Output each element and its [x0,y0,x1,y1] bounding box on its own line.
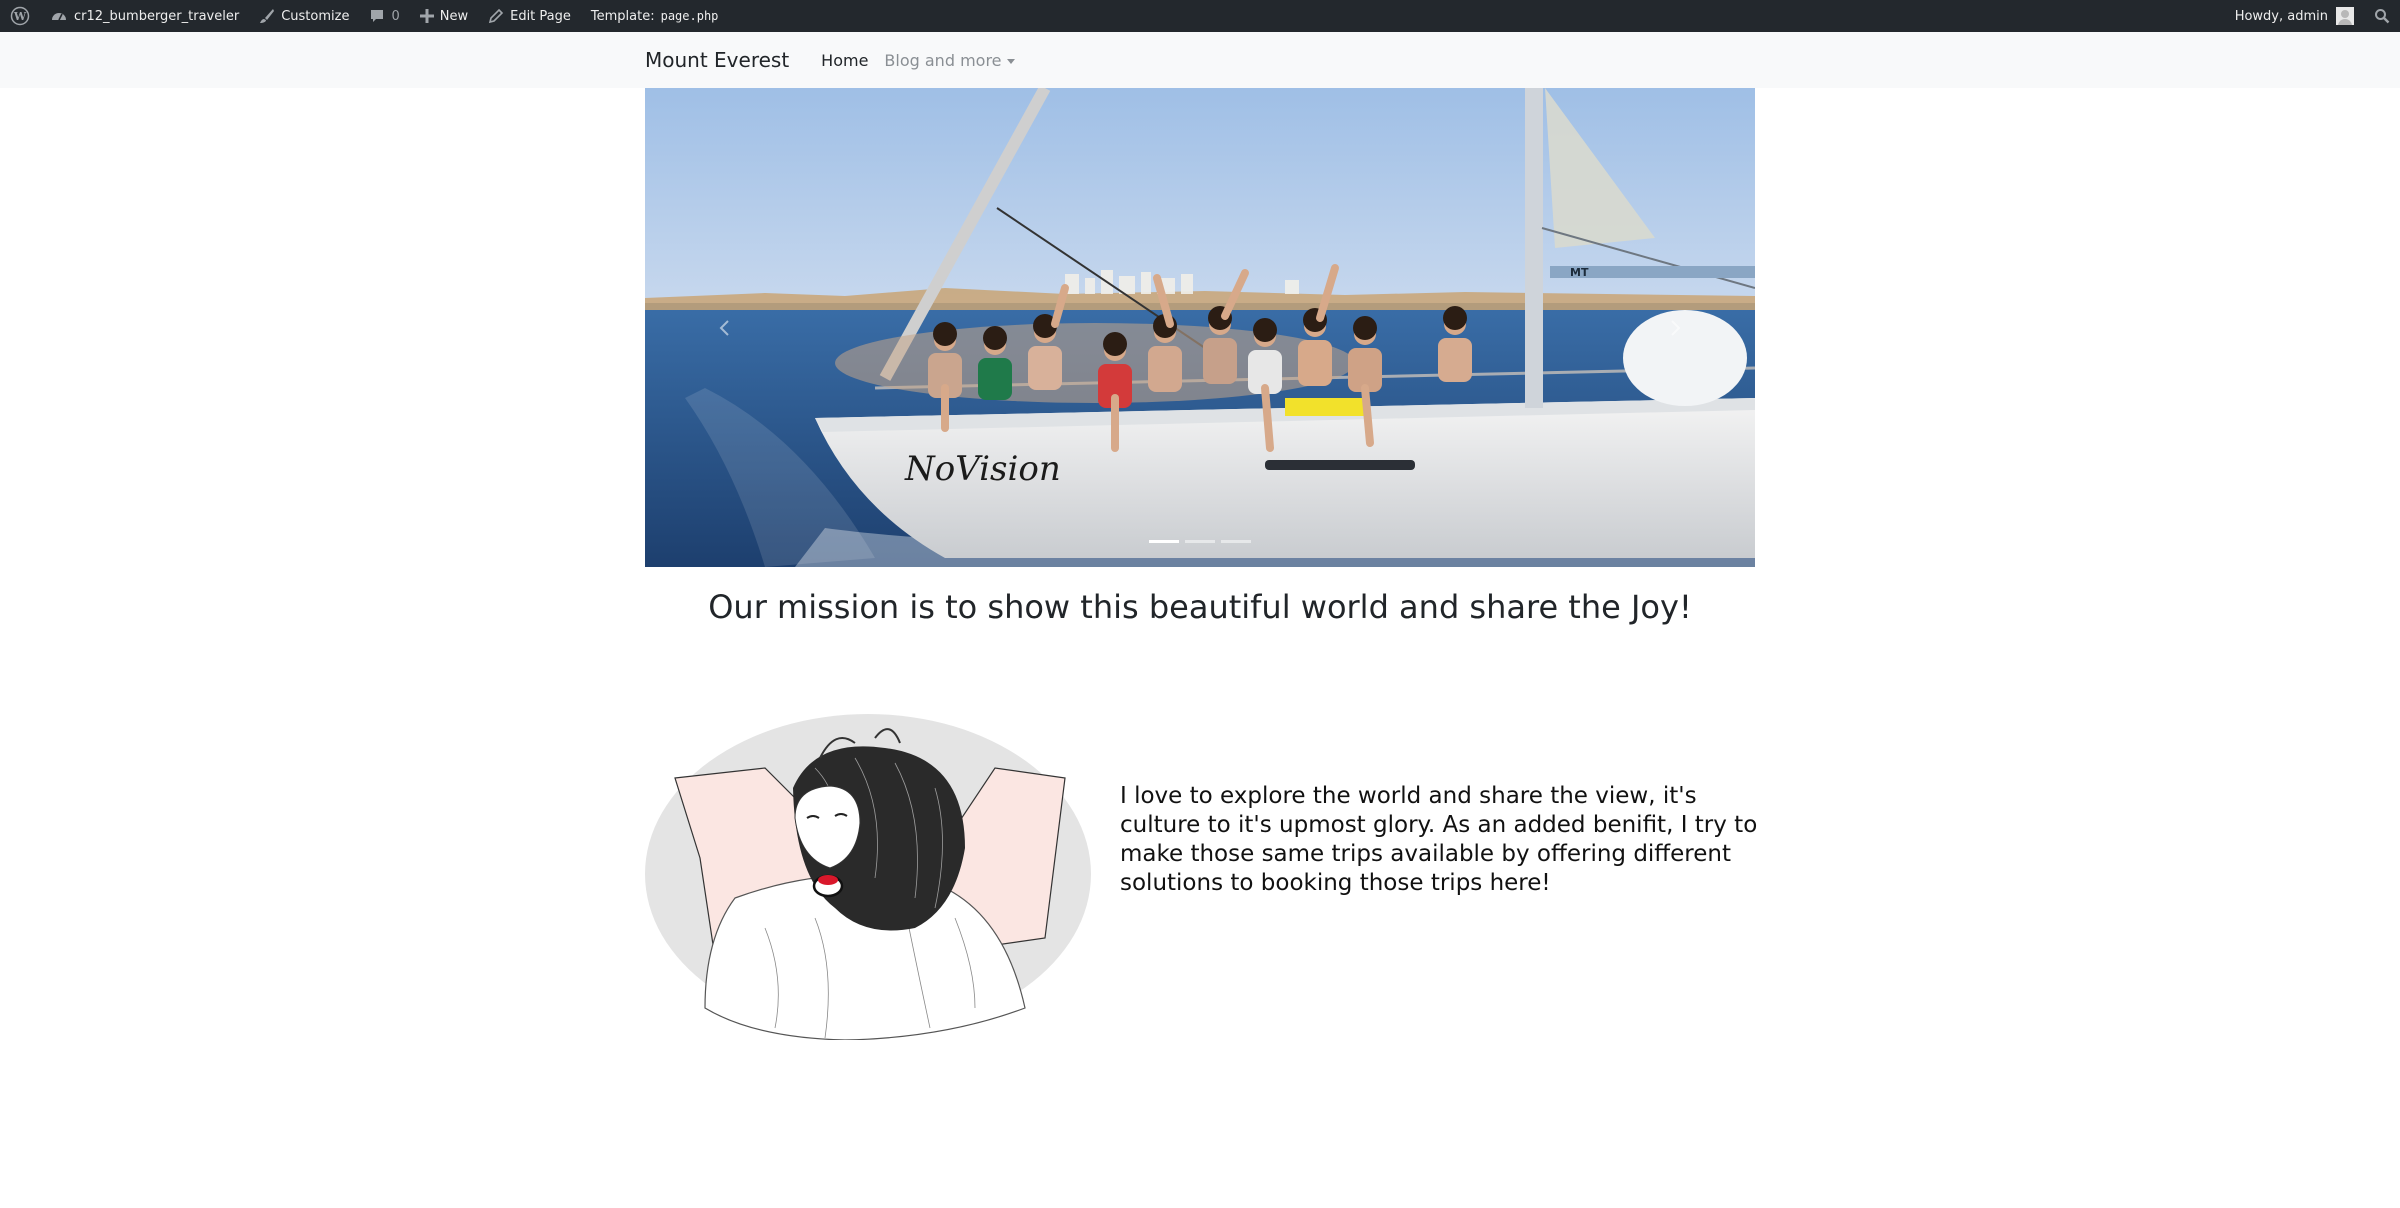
comments-count: 0 [391,8,400,24]
carousel-next-button[interactable] [1595,88,1755,567]
site-name-label: cr12_bumberger_traveler [74,8,240,24]
mission-heading: Our mission is to show this beautiful wo… [708,588,1692,626]
new-content-link[interactable]: New [410,0,478,32]
wordpress-icon: W [10,6,30,26]
caret-down-icon [1006,58,1015,64]
svg-text:MT: MT [1570,266,1589,279]
carousel-indicator-1[interactable] [1149,540,1179,543]
chevron-left-icon [719,319,729,336]
edit-page-link[interactable]: Edit Page [478,0,581,32]
plus-icon [419,9,434,23]
template-file: page.php [660,9,719,23]
new-label: New [439,8,469,24]
site-name-link[interactable]: cr12_bumberger_traveler [40,0,249,32]
avatar [2336,7,2354,25]
carousel-indicator-2[interactable] [1185,540,1215,543]
search-icon [2375,9,2390,24]
customize-label: Customize [281,8,350,24]
hero-carousel: NoVision MT [645,88,1755,567]
carousel-prev-button[interactable] [645,88,805,567]
brush-icon [260,9,275,23]
edit-page-label: Edit Page [510,8,571,24]
nav-blog-dropdown[interactable]: Blog and more [876,51,1022,70]
chevron-right-icon [1671,319,1681,336]
carousel-indicator-3[interactable] [1221,540,1251,543]
carousel-indicators [645,540,1755,543]
pencil-icon [489,8,504,24]
comments-link[interactable]: 0 [359,0,409,32]
comment-icon [371,10,384,22]
nav-home-link[interactable]: Home [813,51,876,70]
wordpress-logo-button[interactable]: W [0,0,40,32]
howdy-label: Howdy, admin [2234,8,2328,24]
customize-link[interactable]: Customize [249,0,359,32]
search-button[interactable] [2364,0,2400,32]
site-navbar: Mount Everest Home Blog and more [0,32,2400,88]
admin-bar: W cr12_bumberger_traveler Customize 0 Ne… [0,0,2400,32]
template-label: Template: [590,8,655,24]
about-paragraph: I love to explore the world and share th… [1120,783,1758,896]
brand-link[interactable]: Mount Everest [645,48,789,72]
dashboard-icon [52,13,66,21]
girl-illustration-image [645,714,1091,1040]
my-account-link[interactable]: Howdy, admin [2225,0,2364,32]
sailboat-photo: NoVision MT [645,88,1755,567]
svg-text:NoVision: NoVision [904,449,1061,489]
nav-blog-label: Blog and more [884,50,1002,70]
template-info[interactable]: Template: page.php [581,0,729,32]
svg-text:W: W [13,10,27,23]
